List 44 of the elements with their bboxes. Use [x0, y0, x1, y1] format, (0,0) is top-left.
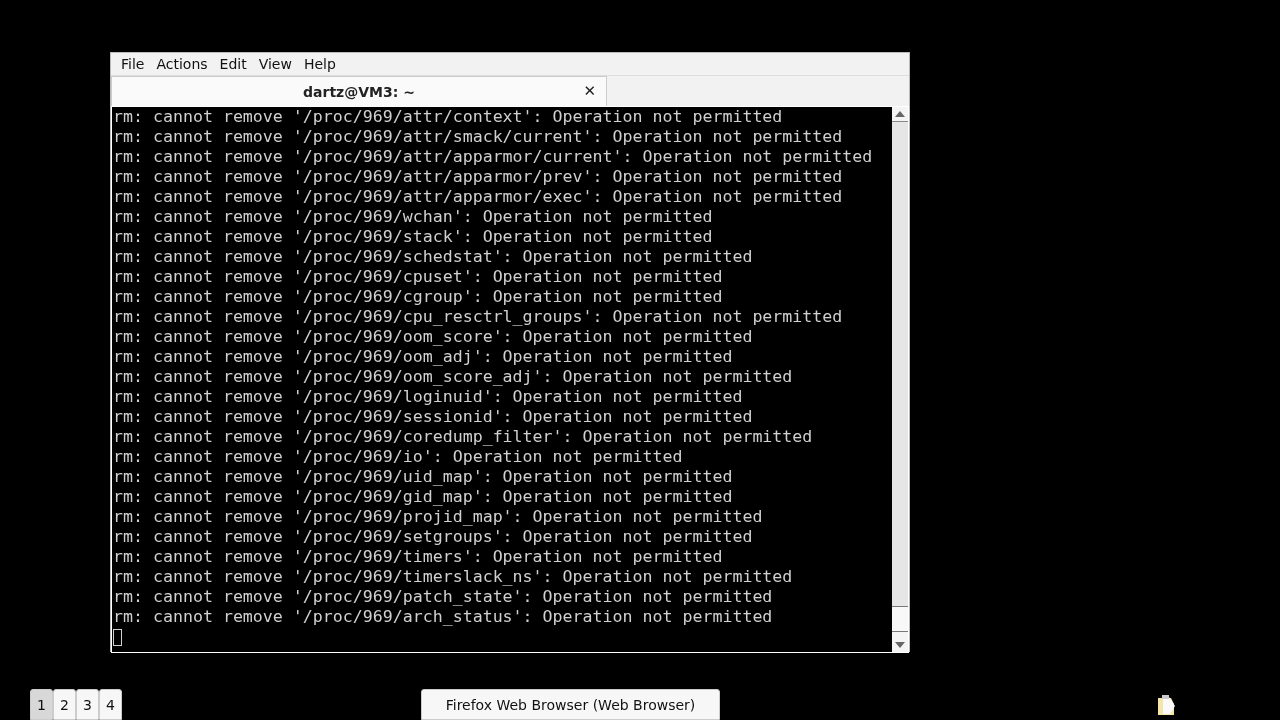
close-tab-button[interactable]: ✕	[579, 82, 600, 100]
terminal-line: rm: cannot remove '/proc/969/oom_score_adj': Operation not permitted	[113, 367, 793, 387]
terminal-line: rm: cannot remove '/proc/969/attr/context': Operation not permitted	[113, 107, 783, 127]
terminal-line: rm: cannot remove '/proc/969/timers': Operation not permitted	[113, 547, 723, 567]
scrollbar[interactable]	[892, 107, 908, 652]
terminal-line: rm: cannot remove '/proc/969/projid_map': Operation not permitted	[113, 507, 763, 527]
terminal-line: rm: cannot remove '/proc/969/sessionid': Operation not permitted	[113, 407, 753, 427]
terminal-line: rm: cannot remove '/proc/969/uid_map': Operation not permitted	[113, 467, 733, 487]
terminal-line: rm: cannot remove '/proc/969/cpu_resctrl_groups': Operation not permitted	[113, 307, 843, 327]
cursor	[113, 629, 122, 646]
scroll-up-icon[interactable]	[895, 111, 905, 117]
terminal-line: rm: cannot remove '/proc/969/attr/apparmor/current': Operation not permitted	[113, 147, 873, 167]
workspace-button[interactable]: 1	[30, 689, 53, 720]
terminal-line: rm: cannot remove '/proc/969/timerslack_ns': Operation not permitted	[113, 567, 793, 587]
terminal-line: rm: cannot remove '/proc/969/setgroups': Operation not permitted	[113, 527, 753, 547]
terminal-line: rm: cannot remove '/proc/969/attr/smack/current': Operation not permitted	[113, 127, 843, 147]
terminal-line: rm: cannot remove '/proc/969/attr/apparmor/exec': Operation not permitted	[113, 187, 843, 207]
menu-item[interactable]: View	[252, 56, 298, 72]
terminal-line: rm: cannot remove '/proc/969/oom_adj': Operation not permitted	[113, 347, 733, 367]
menu-item[interactable]: Help	[297, 56, 342, 72]
terminal-line: rm: cannot remove '/proc/969/wchan': Operation not permitted	[113, 207, 713, 227]
terminal-line: rm: cannot remove '/proc/969/cpuset': Operation not permitted	[113, 267, 723, 287]
terminal-line: rm: cannot remove '/proc/969/cgroup': Operation not permitted	[113, 287, 723, 307]
terminal-line: rm: cannot remove '/proc/969/io': Operation not permitted	[113, 447, 683, 467]
workspace-button[interactable]: 3	[76, 689, 99, 720]
terminal-line: rm: cannot remove '/proc/969/schedstat': Operation not permitted	[113, 247, 753, 267]
terminal-line: rm: cannot remove '/proc/969/oom_score': Operation not permitted	[113, 327, 753, 347]
terminal-line: rm: cannot remove '/proc/969/arch_status': Operation not permitted	[113, 607, 773, 627]
taskbar-window-button[interactable]: Firefox Web Browser (Web Browser)	[421, 689, 720, 720]
terminal-line: rm: cannot remove '/proc/969/patch_state': Operation not permitted	[113, 587, 773, 607]
clipboard-icon[interactable]	[1155, 693, 1177, 716]
terminal-line: rm: cannot remove '/proc/969/coredump_filter': Operation not permitted	[113, 427, 813, 447]
terminal-line: rm: cannot remove '/proc/969/loginuid': Operation not permitted	[113, 387, 743, 407]
terminal-line: rm: cannot remove '/proc/969/stack': Operation not permitted	[113, 227, 713, 247]
menu-item[interactable]: Edit	[213, 56, 253, 72]
scroll-thumb[interactable]	[892, 606, 908, 632]
scroll-down-icon[interactable]	[895, 642, 905, 648]
terminal-line: rm: cannot remove '/proc/969/attr/apparmor/prev': Operation not permitted	[113, 167, 843, 187]
menu-item[interactable]: Actions	[150, 56, 214, 72]
workspace-button[interactable]: 4	[99, 689, 122, 720]
workspace-button[interactable]: 2	[53, 689, 76, 720]
menu-item[interactable]: File	[115, 56, 151, 72]
terminal-tab[interactable]: dartz@VM3: ~ ✕	[111, 76, 607, 106]
terminal-line: rm: cannot remove '/proc/969/gid_map': Operation not permitted	[113, 487, 733, 507]
